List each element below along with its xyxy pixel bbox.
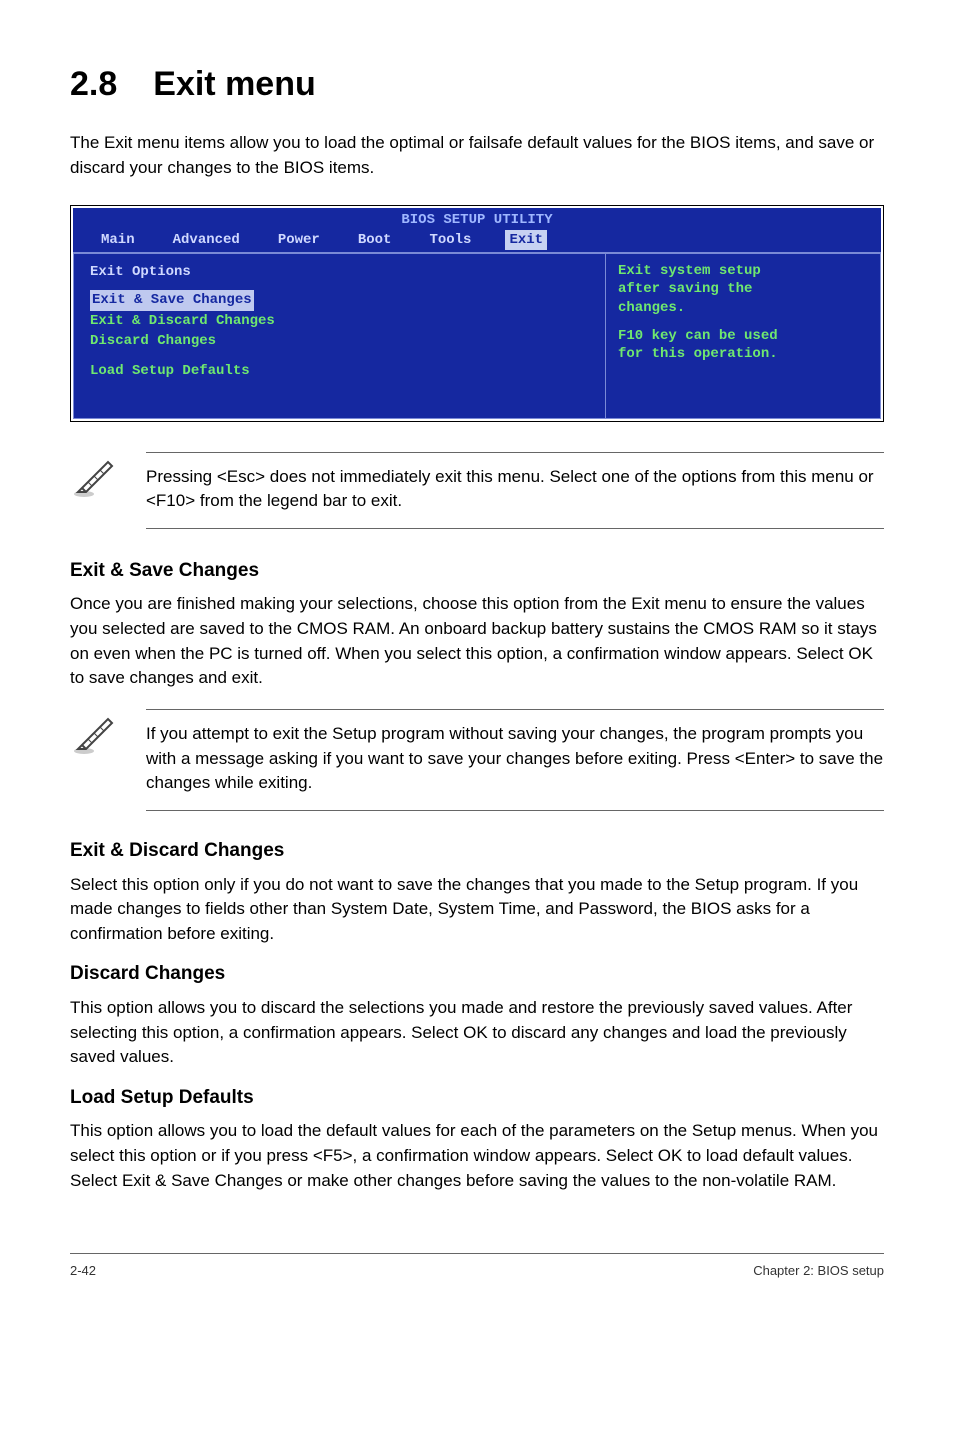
discard-heading: Discard Changes bbox=[70, 960, 884, 988]
pencil-icon bbox=[70, 709, 126, 767]
bios-screenshot: BIOS SETUP UTILITY Main Advanced Power B… bbox=[70, 205, 884, 422]
exit-save-paragraph: Once you are finished making your select… bbox=[70, 592, 884, 691]
exit-discard-heading: Exit & Discard Changes bbox=[70, 837, 884, 865]
bios-left-panel: Exit Options Exit & Save Changes Exit & … bbox=[73, 253, 605, 418]
chapter-label: Chapter 2: BIOS setup bbox=[753, 1262, 884, 1281]
tab-main[interactable]: Main bbox=[97, 230, 139, 250]
section-title: Exit menu bbox=[153, 65, 315, 103]
menu-load-defaults[interactable]: Load Setup Defaults bbox=[90, 361, 593, 381]
note-block: Pressing <Esc> does not immediately exit… bbox=[70, 452, 884, 529]
pencil-icon bbox=[70, 452, 126, 510]
page-footer: 2-42 Chapter 2: BIOS setup bbox=[70, 1253, 884, 1281]
page-number: 2-42 bbox=[70, 1262, 96, 1281]
exit-options-heading: Exit Options bbox=[90, 262, 593, 282]
menu-exit-discard[interactable]: Exit & Discard Changes bbox=[90, 311, 593, 331]
intro-paragraph: The Exit menu items allow you to load th… bbox=[70, 131, 884, 180]
discard-paragraph: This option allows you to discard the se… bbox=[70, 996, 884, 1070]
menu-exit-save[interactable]: Exit & Save Changes bbox=[90, 290, 254, 310]
exit-discard-paragraph: Select this option only if you do not wa… bbox=[70, 873, 884, 947]
help-line: changes. bbox=[618, 299, 868, 317]
tab-advanced[interactable]: Advanced bbox=[169, 230, 244, 250]
defaults-heading: Load Setup Defaults bbox=[70, 1084, 884, 1112]
note-text: If you attempt to exit the Setup program… bbox=[146, 709, 884, 811]
help-line: Exit system setup bbox=[618, 262, 868, 280]
help-line: for this operation. bbox=[618, 345, 868, 363]
bios-tab-bar: Main Advanced Power Boot Tools Exit bbox=[73, 230, 881, 252]
exit-save-heading: Exit & Save Changes bbox=[70, 557, 884, 585]
tab-boot[interactable]: Boot bbox=[354, 230, 396, 250]
note-block: If you attempt to exit the Setup program… bbox=[70, 709, 884, 811]
bios-help-panel: Exit system setup after saving the chang… bbox=[605, 253, 881, 418]
tab-power[interactable]: Power bbox=[274, 230, 324, 250]
bios-utility-title: BIOS SETUP UTILITY bbox=[73, 208, 881, 230]
tab-tools[interactable]: Tools bbox=[425, 230, 475, 250]
menu-discard-changes[interactable]: Discard Changes bbox=[90, 331, 593, 351]
section-number: 2.8 bbox=[70, 65, 117, 103]
note-text: Pressing <Esc> does not immediately exit… bbox=[146, 452, 884, 529]
defaults-paragraph: This option allows you to load the defau… bbox=[70, 1119, 884, 1193]
page-title: 2.8 Exit menu bbox=[70, 60, 884, 109]
tab-exit[interactable]: Exit bbox=[505, 230, 547, 250]
help-line: F10 key can be used bbox=[618, 327, 868, 345]
help-line: after saving the bbox=[618, 280, 868, 298]
